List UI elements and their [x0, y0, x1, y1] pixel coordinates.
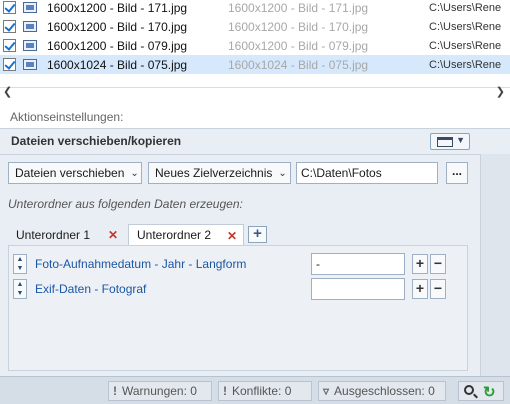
search-icon[interactable] — [464, 385, 474, 395]
checkbox[interactable] — [3, 20, 16, 33]
target-mode-dropdown[interactable]: Neues Zielverzeichnis ⌄ — [148, 162, 291, 184]
add-rule-button[interactable]: + — [412, 254, 428, 274]
target-mode-label: Neues Zielverzeichnis — [155, 166, 273, 180]
image-file-icon — [23, 2, 37, 13]
file-row[interactable]: 1600x1200 - Bild - 170.jpg 1600x1200 - B… — [0, 17, 510, 36]
warnings-button[interactable]: ! Warnungen: 0 — [108, 381, 212, 401]
reorder-arrows-icon[interactable]: ▲ ▼ — [13, 279, 27, 299]
search-refresh-tool[interactable]: ↻ — [458, 381, 504, 401]
image-file-icon — [23, 21, 37, 32]
excluded-button[interactable]: ▿ Ausgeschlossen: 0 — [318, 381, 446, 401]
file-name: 1600x1200 - Bild - 079.jpg — [47, 38, 188, 53]
reorder-arrows-icon[interactable]: ▲ ▼ — [13, 254, 27, 274]
file-name: 1600x1200 - Bild - 171.jpg — [47, 0, 188, 15]
file-name: 1600x1024 - Bild - 075.jpg — [47, 57, 188, 72]
panel-layout-button[interactable]: ▼ — [430, 133, 470, 150]
close-icon[interactable]: ✕ — [227, 229, 237, 243]
divider — [0, 154, 480, 155]
rule-label[interactable]: Foto-Aufnahmedatum - Jahr - Langform — [35, 257, 246, 271]
file-row-selected[interactable]: 1600x1024 - Bild - 075.jpg 1600x1024 - B… — [0, 55, 510, 74]
refresh-icon[interactable]: ↻ — [483, 383, 496, 401]
move-mode-dropdown[interactable]: Dateien verschieben ⌄ — [8, 162, 142, 184]
status-bar: ! Warnungen: 0 ! Konflikte: 0 ▿ Ausgesch… — [0, 376, 510, 404]
image-file-icon — [23, 59, 37, 70]
browse-button[interactable]: ... — [446, 162, 468, 184]
tab-unterordner-2[interactable]: Unterordner 2 ✕ — [128, 224, 244, 245]
conflicts-label: Konflikte: 0 — [232, 384, 292, 398]
horizontal-scrollbar[interactable]: ❮ ❯ — [0, 85, 510, 99]
target-path-input[interactable]: C:\Daten\Fotos — [296, 162, 438, 184]
tab-label: Unterordner 1 — [16, 227, 91, 242]
panel-title: Dateien verschieben/kopieren — [11, 134, 182, 148]
move-mode-label: Dateien verschieben — [15, 166, 125, 180]
subfolder-rule-row: ▲ ▼ Foto-Aufnahmedatum - Jahr - Langform … — [13, 253, 453, 275]
tab-label: Unterordner 2 — [137, 228, 212, 242]
tab-unterordner-1[interactable]: Unterordner 1 ✕ — [8, 224, 124, 245]
rule-label[interactable]: Exif-Daten - Fotograf — [35, 282, 146, 296]
file-path: C:\Users\Rene — [429, 58, 502, 71]
action-settings-label: Aktionseinstellungen: — [10, 110, 124, 124]
tab-content: ▲ ▼ Foto-Aufnahmedatum - Jahr - Langform … — [8, 245, 468, 371]
add-rule-button[interactable]: + — [412, 279, 428, 299]
checkbox[interactable] — [3, 39, 16, 52]
checkbox[interactable] — [3, 58, 16, 71]
action-panel: Dateien verschieben/kopieren ▼ Dateien v… — [0, 128, 510, 377]
file-preview-name: 1600x1024 - Bild - 075.jpg — [228, 57, 369, 72]
file-path: C:\Users\Rene — [429, 1, 502, 14]
chevron-down-icon: ▼ — [456, 135, 465, 145]
conflicts-button[interactable]: ! Konflikte: 0 — [218, 381, 312, 401]
separator-input[interactable] — [311, 278, 405, 300]
file-preview-name: 1600x1200 - Bild - 170.jpg — [228, 19, 369, 34]
chevron-down-icon: ⌄ — [130, 167, 139, 179]
panel-side-strip — [480, 154, 510, 377]
image-file-icon — [23, 40, 37, 51]
file-list: 1600x1200 - Bild - 171.jpg 1600x1200 - B… — [0, 0, 510, 88]
checkbox[interactable] — [3, 1, 16, 14]
warning-icon: ! — [113, 384, 117, 398]
remove-rule-button[interactable]: − — [430, 279, 446, 299]
scroll-left-icon[interactable]: ❮ — [3, 85, 12, 98]
file-path: C:\Users\Rene — [429, 20, 502, 33]
chevron-down-icon: ⌄ — [278, 167, 287, 179]
add-tab-button[interactable]: + — [248, 226, 267, 243]
window-icon — [437, 137, 453, 147]
file-preview-name: 1600x1200 - Bild - 171.jpg — [228, 0, 369, 15]
scroll-right-icon[interactable]: ❯ — [496, 85, 505, 98]
file-row[interactable]: 1600x1200 - Bild - 171.jpg 1600x1200 - B… — [0, 0, 510, 17]
subfolder-hint: Unterordner aus folgenden Daten erzeugen… — [8, 197, 243, 211]
file-preview-name: 1600x1200 - Bild - 079.jpg — [228, 38, 369, 53]
file-row[interactable]: 1600x1200 - Bild - 079.jpg 1600x1200 - B… — [0, 36, 510, 55]
filter-icon: ▿ — [323, 384, 330, 398]
remove-rule-button[interactable]: − — [430, 254, 446, 274]
subfolder-rule-row: ▲ ▼ Exif-Daten - Fotograf + − — [13, 278, 453, 300]
file-path: C:\Users\Rene — [429, 39, 502, 52]
plus-icon: + — [253, 225, 262, 242]
separator-input[interactable]: - — [311, 253, 405, 275]
close-icon[interactable]: ✕ — [108, 228, 118, 242]
conflict-icon: ! — [223, 384, 227, 398]
file-name: 1600x1200 - Bild - 170.jpg — [47, 19, 188, 34]
excluded-label: Ausgeschlossen: 0 — [334, 384, 435, 398]
warnings-label: Warnungen: 0 — [122, 384, 197, 398]
